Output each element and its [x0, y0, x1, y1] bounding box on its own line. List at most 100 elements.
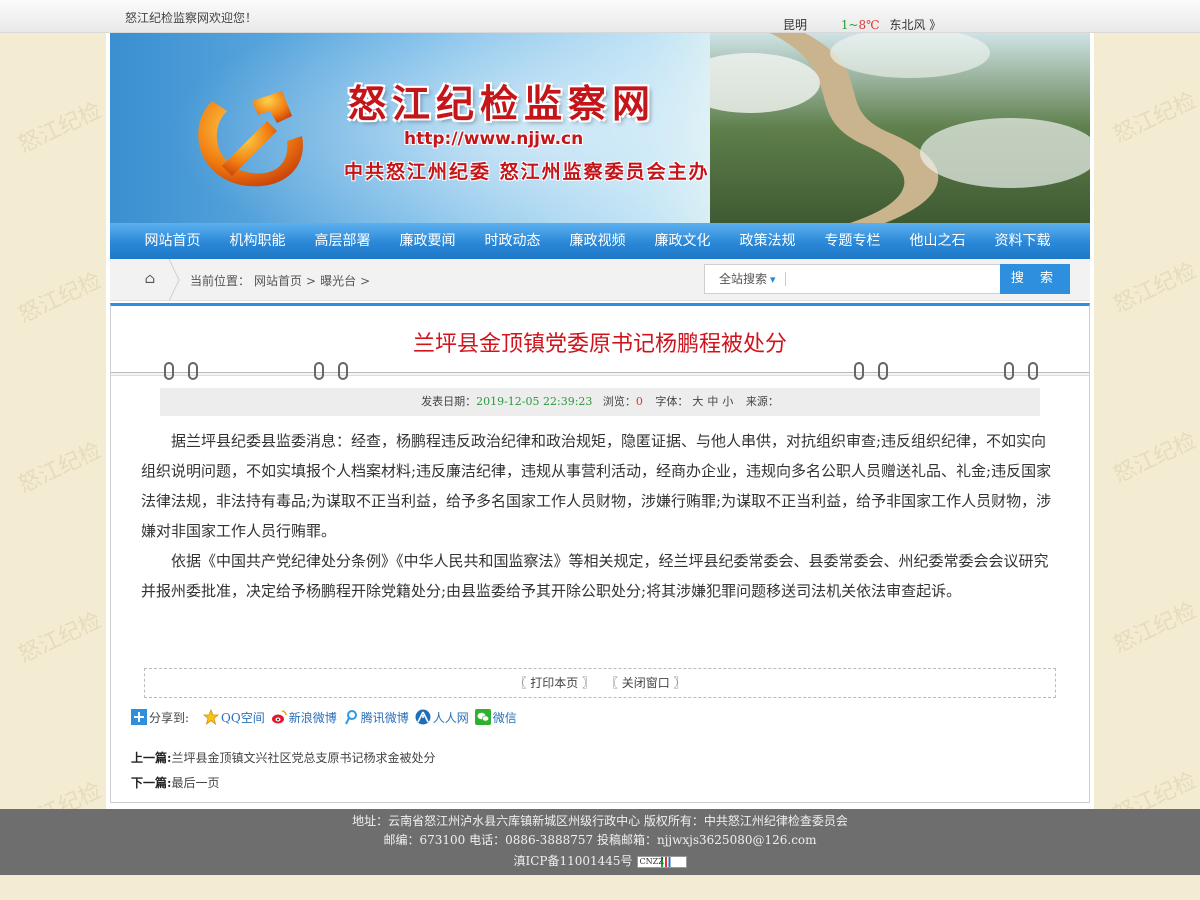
breadcrumb-bar: ⌂ 当前位置： 网站首页 > 曝光台 > 全站搜索 ▾ 搜 索: [110, 259, 1090, 301]
watermark-text: 怒江纪检: [1109, 428, 1200, 489]
nav-item-topics[interactable]: 专题专栏: [810, 223, 895, 259]
article-title: 兰坪县金顶镇党委原书记杨鹏程被处分: [412, 332, 787, 357]
renren-icon: [415, 709, 431, 725]
share-wechat-label: 微信: [492, 710, 517, 725]
footer-contact: 邮编：673100 电话：0886-3888757 投稿邮箱：njjwxjs36…: [383, 833, 817, 847]
ring-icon: [314, 362, 324, 380]
prev-article-link[interactable]: 兰坪县金顶镇文兴社区党总支原书记杨求金被处分: [171, 751, 435, 765]
share-more[interactable]: 分享到:: [131, 709, 197, 726]
font-size-small[interactable]: 小: [722, 395, 733, 408]
share-plus-icon: [131, 709, 147, 725]
watermark-text: 怒江纪检: [1109, 598, 1200, 659]
top-bar: 怒江纪检监察网欢迎您！ 昆明 1~8℃ 东北风 》: [0, 0, 1200, 33]
page-container: 怒江纪检监察网 http://www.njjw.cn 中共怒江州纪委 怒江州监察…: [106, 33, 1094, 809]
cnzz-badge[interactable]: CNZZ: [636, 855, 687, 868]
nav-item-downloads[interactable]: 资料下载: [980, 223, 1065, 259]
watermark-text: 怒江纪检: [14, 98, 106, 159]
weather-widget[interactable]: 昆明 1~8℃ 东北风 》: [783, 16, 941, 33]
font-size-medium[interactable]: 中: [707, 395, 718, 408]
share-renren-label: 人人网: [432, 710, 469, 725]
tencent-weibo-icon: [344, 710, 357, 725]
share-qzone-label: QQ空间: [221, 710, 265, 725]
binder-rings: [111, 362, 1089, 386]
nav-item-policy[interactable]: 政策法规: [725, 223, 810, 259]
views-label: 浏览：: [602, 395, 636, 408]
share-renren[interactable]: 人人网: [415, 709, 469, 726]
share-label: 分享到:: [149, 710, 190, 725]
icp-number[interactable]: 滇ICP备11001445号: [513, 854, 632, 868]
share-qzone[interactable]: QQ空间: [203, 709, 265, 726]
next-label: 下一篇:: [131, 776, 172, 790]
article-actions: 〖 打印本页 〗 〖 关闭窗口 〗: [144, 668, 1056, 698]
site-url: http://www.njjw.cn: [404, 129, 584, 149]
chevron-down-icon: ▾: [770, 273, 776, 286]
footer-address: 地址：云南省怒江州泸水县六库镇新城区州级行政中心 版权所有：中共怒江州纪律检查委…: [352, 814, 848, 828]
nav-item-video[interactable]: 廉政视频: [555, 223, 640, 259]
share-wechat[interactable]: 微信: [474, 709, 517, 726]
ring-icon: [1004, 362, 1014, 380]
ring-icon: [338, 362, 348, 380]
breadcrumb: 当前位置： 网站首页 > 曝光台 >: [190, 272, 374, 289]
breadcrumb-link-exposure[interactable]: 曝光台: [320, 274, 356, 288]
print-button[interactable]: 〖 打印本页 〗: [514, 676, 594, 690]
site-host: 中共怒江州纪委 怒江州监察委员会主办: [344, 161, 710, 183]
view-count: 0: [635, 395, 643, 408]
article-paragraph: 依据《中国共产党纪律处分条例》《中华人民共和国监察法》等相关规定，经兰坪县纪委常…: [141, 552, 1049, 600]
date-label: 发表日期：: [421, 395, 477, 408]
watermark-text: 怒江纪检: [1109, 88, 1200, 149]
footer-icp: 滇ICP备11001445号 CNZZ: [0, 851, 1200, 872]
article-body: 据兰坪县纪委县监委消息：经查，杨鹏程违反政治纪律和政治规矩，隐匿证据、与他人串供…: [141, 426, 1055, 606]
wechat-icon: [474, 709, 491, 725]
search-scope-label: 全站搜索: [719, 272, 768, 286]
nav-item-news[interactable]: 廉政要闻: [385, 223, 470, 259]
party-emblem-icon: [198, 91, 303, 187]
weather-wind: 东北风 》: [889, 18, 942, 32]
nav-item-politics[interactable]: 时政动态: [470, 223, 555, 259]
watermark-text: 怒江纪检: [14, 608, 106, 669]
nav-item-culture[interactable]: 廉政文化: [640, 223, 725, 259]
share-tencent-weibo[interactable]: 腾讯微博: [343, 709, 409, 726]
temp-sep: ~: [848, 18, 859, 32]
qzone-star-icon: [203, 709, 220, 725]
ring-icon: [1028, 362, 1038, 380]
article-paragraph: 据兰坪县纪委县监委消息：经查，杨鹏程违反政治纪律和政治规矩，隐匿证据、与他人串供…: [141, 432, 1052, 540]
breadcrumb-link-home[interactable]: 网站首页: [254, 274, 302, 288]
share-weibo-label: 新浪微博: [288, 710, 337, 725]
search-box: 全站搜索 ▾ 搜 索: [704, 264, 1070, 294]
watermark-text: 怒江纪检: [1109, 258, 1200, 319]
article-panel: 兰坪县金顶镇党委原书记杨鹏程被处分 发表日期：2019-12-05 22:39:…: [110, 303, 1090, 803]
next-article-link[interactable]: 最后一页: [171, 776, 219, 790]
prev-article: 上一篇:兰坪县金顶镇文兴社区党总支原书记杨求金被处分: [131, 746, 435, 771]
ring-icon: [878, 362, 888, 380]
main-nav: 网站首页 机构职能 高层部署 廉政要闻 时政动态 廉政视频 廉政文化 政策法规 …: [110, 223, 1090, 259]
weibo-icon: [271, 710, 287, 724]
font-label: 字体：: [655, 395, 689, 408]
site-title: 怒江纪检监察网: [348, 81, 657, 126]
breadcrumb-separator: >: [306, 274, 317, 288]
ring-icon: [164, 362, 174, 380]
watermark-text: 怒江纪检: [14, 438, 106, 499]
share-weibo[interactable]: 新浪微博: [271, 709, 337, 726]
river-landscape-image: [710, 33, 1090, 223]
breadcrumb-divider: [168, 259, 180, 301]
article-meta: 发表日期：2019-12-05 22:39:23 浏览：0 字体：大中小 来源：: [160, 388, 1040, 416]
search-button[interactable]: 搜 索: [1000, 264, 1070, 294]
font-size-large[interactable]: 大: [692, 395, 703, 408]
search-input[interactable]: [789, 267, 999, 291]
font-size-controls: 字体：大中小: [653, 395, 735, 408]
welcome-text: 怒江纪检监察网欢迎您！: [125, 11, 258, 25]
nav-item-org[interactable]: 机构职能: [215, 223, 300, 259]
share-tencent-label: 腾讯微博: [360, 710, 409, 725]
nav-item-others[interactable]: 他山之石: [895, 223, 980, 259]
temp-high: 8℃: [858, 18, 880, 32]
site-banner: 怒江纪检监察网 http://www.njjw.cn 中共怒江州纪委 怒江州监察…: [110, 33, 1090, 223]
nav-item-deploy[interactable]: 高层部署: [300, 223, 385, 259]
search-scope-select[interactable]: 全站搜索 ▾: [705, 265, 787, 293]
ring-icon: [188, 362, 198, 380]
watermark-text: 怒江纪检: [14, 268, 106, 329]
weather-temperature: 1~8℃: [841, 18, 880, 32]
search-divider: [785, 272, 786, 286]
nav-item-home[interactable]: 网站首页: [130, 223, 215, 259]
home-icon[interactable]: ⌂: [140, 271, 160, 289]
close-window-button[interactable]: 〖 关闭窗口 〗: [606, 676, 686, 690]
